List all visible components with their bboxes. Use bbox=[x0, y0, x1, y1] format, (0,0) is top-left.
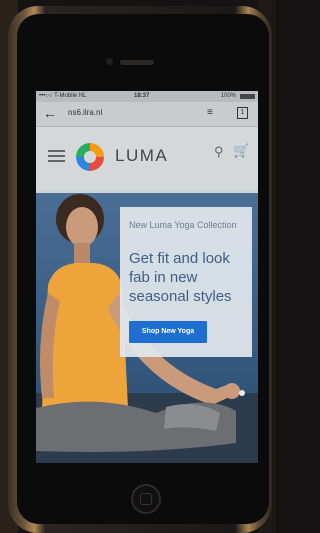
cart-icon[interactable]: 🛒 bbox=[233, 143, 249, 159]
carrier-label: •••○○ T-Mobile NL bbox=[39, 93, 87, 99]
phone-screen: •••○○ T-Mobile NL 18:37 100% ← ns6.ilra.… bbox=[36, 91, 258, 463]
shop-new-yoga-button[interactable]: Shop New Yoga bbox=[129, 321, 207, 343]
brand-name[interactable]: LUMA bbox=[115, 146, 168, 166]
promo-subtitle: New Luma Yoga Collection bbox=[129, 220, 237, 230]
promo-headline: Get fit and look fab in new seasonal sty… bbox=[129, 250, 232, 305]
browser-url-bar: ← ns6.ilra.nl ≡ 1 bbox=[36, 102, 258, 127]
clock-label: 18:37 bbox=[134, 93, 150, 99]
earpiece-speaker bbox=[120, 60, 154, 65]
home-button[interactable] bbox=[131, 484, 161, 514]
url-field[interactable]: ns6.ilra.nl bbox=[68, 108, 102, 117]
battery-icon bbox=[240, 94, 255, 99]
battery-percent: 100% bbox=[220, 93, 236, 99]
back-arrow-icon[interactable]: ← bbox=[43, 105, 57, 121]
reader-menu-icon[interactable]: ≡ bbox=[207, 108, 213, 118]
front-camera bbox=[106, 58, 113, 65]
search-icon[interactable]: ⚲ bbox=[214, 144, 224, 160]
hamburger-icon[interactable] bbox=[48, 150, 65, 165]
hero-banner[interactable]: New Luma Yoga Collection Get fit and loo… bbox=[36, 193, 258, 463]
luma-logo-icon[interactable] bbox=[74, 141, 106, 173]
ios-status-bar: •••○○ T-Mobile NL 18:37 100% bbox=[36, 91, 258, 102]
site-header: LUMA ⚲ 🛒 bbox=[36, 127, 258, 189]
promo-card: New Luma Yoga Collection Get fit and loo… bbox=[120, 207, 252, 357]
tabs-button[interactable]: 1 bbox=[237, 107, 248, 119]
